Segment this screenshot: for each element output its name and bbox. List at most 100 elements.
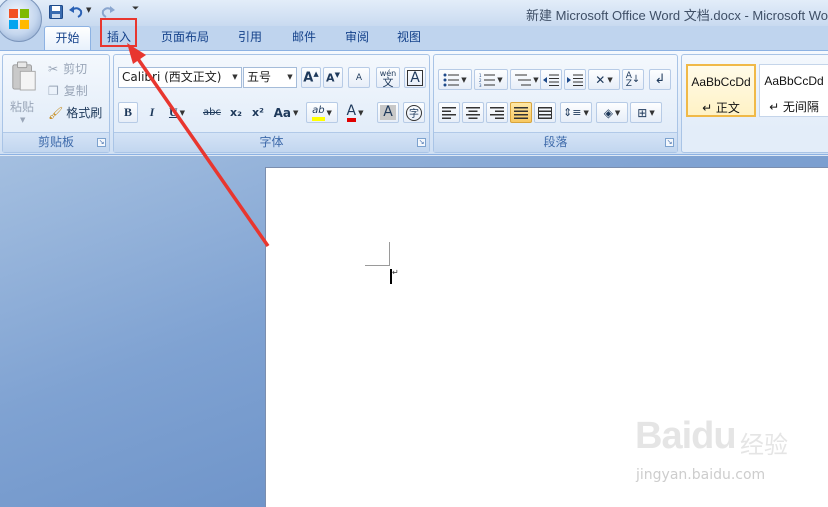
- highlighter-icon: ab: [312, 105, 325, 121]
- numbering-button[interactable]: 123 ▼: [474, 69, 508, 90]
- strikethrough-button[interactable]: abc: [200, 102, 224, 123]
- tab-review[interactable]: 审阅: [337, 26, 377, 50]
- font-group-label: 字体: [114, 132, 429, 152]
- text-highlight-button[interactable]: ab ▼: [306, 102, 338, 123]
- tab-home[interactable]: 开始: [44, 26, 91, 50]
- clear-formatting-icon: A: [355, 72, 363, 83]
- enclose-characters-icon: 字: [406, 104, 422, 121]
- align-right-icon: [490, 106, 504, 119]
- scissors-icon: ✂: [48, 61, 59, 76]
- justify-button[interactable]: [510, 102, 532, 123]
- paragraph-mark-icon: ↲: [654, 72, 666, 87]
- style-no-spacing[interactable]: AaBbCcDd ↵ 无间隔: [759, 64, 828, 117]
- paste-icon: [12, 61, 36, 91]
- line-spacing-icon: ⇕≡: [563, 106, 582, 119]
- undo-icon[interactable]: [68, 4, 84, 20]
- shrink-font-icon: A▼: [326, 70, 340, 85]
- align-left-icon: [442, 106, 456, 119]
- font-size-value: 五号: [247, 70, 272, 84]
- superscript-button[interactable]: x²: [248, 102, 268, 123]
- distributed-icon: [538, 106, 552, 119]
- chinese-layout-dropdown-icon[interactable]: ▼: [607, 76, 612, 84]
- clipboard-dialog-launcher-icon[interactable]: ↘: [97, 138, 106, 147]
- show-hide-marks-button[interactable]: ↲: [649, 69, 671, 90]
- paragraph-group: ▼ 123 ▼ ▼ ✕ ▼ A Z ↓ ↲ ⇕≡ ▼ ◈ ▼ ⊞ ▼ 段落 ↘: [433, 54, 678, 153]
- highlight-dropdown-icon[interactable]: ▼: [327, 109, 332, 117]
- style-no-spacing-sample: AaBbCcDd: [764, 74, 824, 88]
- decrease-indent-icon: [543, 74, 559, 86]
- font-name-dropdown-icon[interactable]: ▼: [229, 68, 241, 87]
- paintbrush-icon: 🖌: [48, 105, 64, 120]
- paragraph-group-label: 段落: [434, 132, 677, 152]
- undo-dropdown-icon[interactable]: ▼: [86, 6, 91, 14]
- change-case-button[interactable]: Aa ▼: [271, 102, 301, 123]
- shrink-font-button[interactable]: A▼: [323, 67, 343, 88]
- underline-label: U: [168, 105, 178, 119]
- increase-indent-button[interactable]: [564, 69, 586, 90]
- line-spacing-button[interactable]: ⇕≡ ▼: [560, 102, 592, 123]
- chinese-layout-button[interactable]: ✕ ▼: [588, 69, 620, 90]
- font-color-icon: A: [346, 104, 357, 122]
- save-icon[interactable]: [48, 4, 64, 20]
- cut-button[interactable]: ✂ 剪切: [47, 58, 109, 79]
- copy-icon: ❐: [48, 83, 59, 98]
- format-painter-button[interactable]: 🖌 格式刷: [47, 102, 109, 123]
- align-center-button[interactable]: [462, 102, 484, 123]
- ribbon: 粘贴 ▼ ✂ 剪切 ❐ 复制 🖌 格式刷 剪贴板 ↘ Calibri (西文正文…: [0, 50, 828, 155]
- distributed-button[interactable]: [534, 102, 556, 123]
- grow-font-icon: A▲: [303, 69, 319, 86]
- font-color-dropdown-icon[interactable]: ▼: [358, 109, 363, 117]
- margin-corner-vertical: [389, 242, 390, 266]
- bullets-button[interactable]: ▼: [438, 69, 472, 90]
- character-shading-button[interactable]: A: [377, 102, 399, 123]
- tab-page-layout[interactable]: 页面布局: [155, 26, 215, 50]
- align-left-button[interactable]: [438, 102, 460, 123]
- character-border-button[interactable]: A: [404, 67, 426, 88]
- justify-icon: [514, 106, 528, 119]
- tab-mailings[interactable]: 邮件: [284, 26, 324, 50]
- align-right-button[interactable]: [486, 102, 508, 123]
- style-normal-sample: AaBbCcDd: [691, 75, 751, 89]
- paste-button[interactable]: 粘贴 ▼: [6, 58, 42, 128]
- style-no-spacing-name: ↵ 无间隔: [769, 100, 819, 114]
- bold-button[interactable]: B: [118, 102, 138, 123]
- enclose-characters-button[interactable]: 字: [403, 102, 425, 123]
- underline-button[interactable]: U ▼: [164, 102, 190, 123]
- style-normal[interactable]: AaBbCcDd ↵ 正文: [686, 64, 756, 117]
- multilevel-list-button[interactable]: ▼: [510, 69, 544, 90]
- bullets-dropdown-icon[interactable]: ▼: [461, 76, 466, 84]
- font-size-combo[interactable]: 五号 ▼: [243, 67, 297, 88]
- borders-button[interactable]: ⊞ ▼: [630, 102, 662, 123]
- phonetic-guide-button[interactable]: wén 文: [376, 67, 400, 88]
- clipboard-group-label: 剪贴板: [3, 132, 109, 152]
- sort-button[interactable]: A Z ↓: [622, 69, 644, 90]
- tab-view[interactable]: 视图: [389, 26, 429, 50]
- multilevel-list-dropdown-icon[interactable]: ▼: [533, 76, 538, 84]
- increase-indent-icon: [567, 74, 583, 86]
- italic-button[interactable]: I: [142, 102, 162, 123]
- subscript-button[interactable]: x₂: [226, 102, 246, 123]
- shading-dropdown-icon[interactable]: ▼: [615, 109, 620, 117]
- change-case-dropdown-icon[interactable]: ▼: [293, 109, 298, 117]
- format-painter-label: 格式刷: [66, 106, 103, 120]
- customize-quick-access-icon[interactable]: ⏷: [132, 4, 139, 14]
- underline-dropdown-icon[interactable]: ▼: [180, 109, 185, 117]
- font-dialog-launcher-icon[interactable]: ↘: [417, 138, 426, 147]
- font-name-combo[interactable]: Calibri (西文正文) ▼: [118, 67, 242, 88]
- borders-dropdown-icon[interactable]: ▼: [649, 109, 654, 117]
- tab-references[interactable]: 引用: [230, 26, 270, 50]
- grow-font-button[interactable]: A▲: [301, 67, 321, 88]
- font-size-dropdown-icon[interactable]: ▼: [284, 68, 296, 87]
- baidu-jingyan-watermark: Baidu 经验 jingyan.baidu.com: [635, 415, 828, 507]
- numbering-icon: 123: [479, 73, 496, 87]
- font-color-button[interactable]: A ▼: [340, 102, 370, 123]
- copy-button[interactable]: ❐ 复制: [47, 80, 109, 101]
- decrease-indent-button[interactable]: [540, 69, 562, 90]
- numbering-dropdown-icon[interactable]: ▼: [497, 76, 502, 84]
- shading-button[interactable]: ◈ ▼: [596, 102, 628, 123]
- insert-tab-highlight-box: [100, 18, 137, 47]
- jingyan-label: 经验: [740, 431, 788, 459]
- clear-formatting-button[interactable]: A: [348, 67, 370, 88]
- line-spacing-dropdown-icon[interactable]: ▼: [584, 109, 589, 117]
- paragraph-dialog-launcher-icon[interactable]: ↘: [665, 138, 674, 147]
